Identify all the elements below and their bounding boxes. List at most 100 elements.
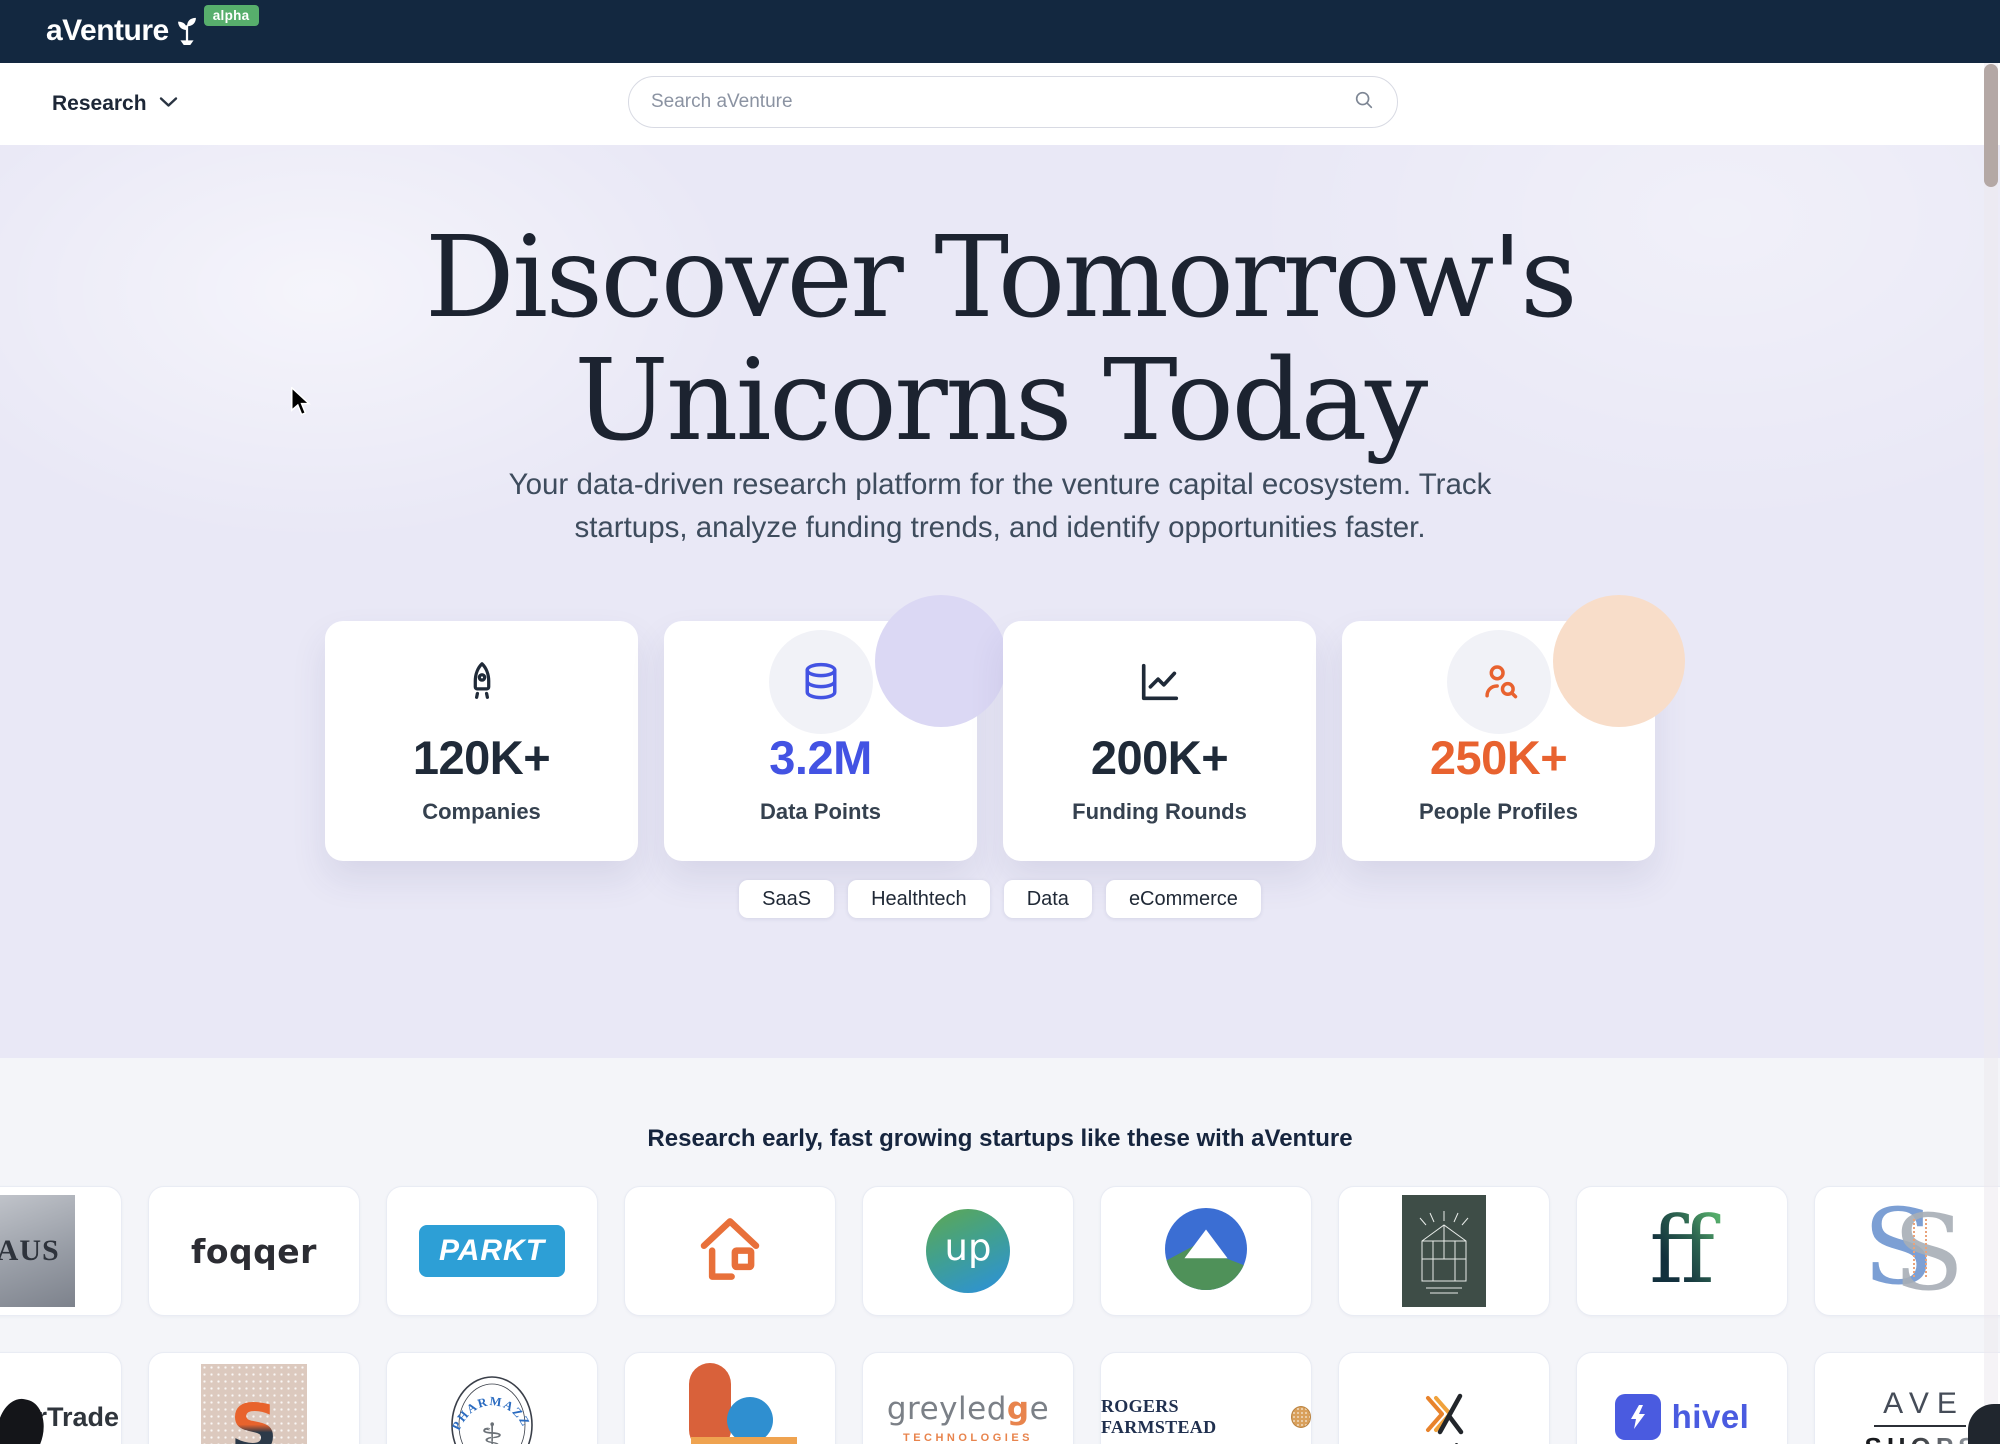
chevron-down-icon (159, 95, 178, 113)
hero-title: Discover Tomorrow's Unicorns Today (0, 217, 2000, 463)
page: aVenture alpha Research (0, 0, 2000, 1444)
haus-label: HAUS (0, 1234, 60, 1268)
alpha-badge: alpha (204, 5, 259, 26)
verix-x-icon (1416, 1390, 1472, 1438)
ave-shops-logo: AVE SHOPS (1859, 1387, 1980, 1444)
parkt-badge: PARKT (419, 1225, 565, 1277)
stat-card-people-profiles: 250K+ People Profiles (1342, 621, 1655, 861)
search-icon (1353, 89, 1375, 116)
logo-card-house[interactable] (624, 1186, 836, 1316)
startups-section: Research early, fast growing startups li… (0, 1058, 2000, 1444)
pharmazz-seal: PHARMAZZ ⚕ (440, 1365, 544, 1444)
s-monogram: S S (1855, 1195, 1985, 1307)
stat-card-funding-rounds: 200K+ Funding Rounds (1003, 621, 1316, 861)
stat-label-companies: Companies (325, 799, 638, 825)
search-bar (628, 76, 1398, 128)
stat-card-companies: 120K+ Companies (325, 621, 638, 861)
startups-heading: Research early, fast growing startups li… (0, 1125, 2000, 1153)
logo-card-mountain[interactable] (1100, 1186, 1312, 1316)
stat-value-funding-rounds: 200K+ (1003, 733, 1316, 783)
logo-card-rogers-farmstead[interactable]: ROGERS FARMSTEAD (1100, 1352, 1312, 1444)
verix-logo: verix (1412, 1390, 1477, 1444)
category-pills: SaaS Healthtech Data eCommerce (0, 880, 2000, 918)
pill-ecommerce[interactable]: eCommerce (1106, 880, 1261, 918)
ff-label: ff (1643, 1201, 1720, 1301)
parkt-label: PARKT (439, 1234, 545, 1267)
orange-pill-shape (689, 1363, 731, 1444)
verix-label: verix (1412, 1438, 1477, 1444)
person-search-icon (1447, 630, 1551, 734)
logo-card-parkt[interactable]: PARKT (386, 1186, 598, 1316)
scrollbar-thumb[interactable] (1984, 64, 1998, 187)
logo-card-up[interactable]: up (862, 1186, 1074, 1316)
hero-subtitle-line2: startups, analyze funding trends, and id… (0, 506, 2000, 549)
chart-line-icon (1137, 659, 1183, 710)
pill-healthtech[interactable]: Healthtech (848, 880, 990, 918)
logo-card-abstract-shapes[interactable] (624, 1352, 836, 1444)
yellow-bar-shape (691, 1437, 797, 1444)
logo-card-greyledge[interactable]: greyledge TECHNOLOGIES (862, 1352, 1074, 1444)
logo-card-s-monogram[interactable]: S S (1814, 1186, 2000, 1316)
greyledge-name-accent: g (1007, 1391, 1030, 1427)
rogers-farmstead-seal (1291, 1406, 1311, 1428)
ave-label: AVE (1875, 1387, 1965, 1421)
foqqer-label: foqqer (191, 1232, 317, 1271)
logo-row-2: irTrade S PHARMAZZ ⚕ (0, 1352, 2000, 1444)
hero-title-line2: Unicorns Today (0, 340, 2000, 463)
greyledge-subtitle: TECHNOLOGIES (903, 1432, 1033, 1444)
hivel-icon (1615, 1394, 1661, 1440)
hero-subtitle-line1: Your data-driven research platform for t… (0, 463, 2000, 506)
peach-circle-decoration (1553, 595, 1685, 727)
hero-title-line1: Discover Tomorrow's (0, 217, 2000, 340)
top-navbar: aVenture alpha (0, 0, 2000, 63)
lavender-circle-decoration (875, 595, 1007, 727)
logo-card-haus[interactable]: HAUS (0, 1186, 122, 1316)
greyledge-name-pre: greyled (887, 1391, 1007, 1427)
hero-subtitle: Your data-driven research platform for t… (0, 463, 2000, 549)
research-menu-label: Research (52, 92, 147, 116)
pill-saas[interactable]: SaaS (739, 880, 834, 918)
brand-name: aVenture (46, 11, 169, 51)
rogers-farmstead-logo: ROGERS FARMSTEAD (1101, 1396, 1311, 1438)
up-gradient-circle: up (926, 1209, 1010, 1293)
mountain-icon (1165, 1208, 1247, 1295)
logo-card-ff[interactable]: ff (1576, 1186, 1788, 1316)
caduceus-icon: ⚕ (481, 1414, 504, 1444)
stat-value-companies: 120K+ (325, 733, 638, 783)
brand-logo[interactable]: aVenture alpha (46, 11, 259, 52)
rocket-icon (459, 659, 505, 710)
logo-card-s-hex[interactable]: S (148, 1352, 360, 1444)
ave-underline (1874, 1425, 1966, 1427)
abstract-shapes-logo (625, 1353, 836, 1444)
hero-section: Discover Tomorrow's Unicorns Today Your … (0, 145, 2000, 1058)
seedling-icon (172, 13, 202, 52)
logo-card-foqqer[interactable]: foqqer (148, 1186, 360, 1316)
shops-label: SHOPS (1859, 1432, 1980, 1444)
hivel-logo: hivel (1615, 1394, 1750, 1440)
stats-row: 120K+ Companies 3.2M Data Points (325, 621, 1655, 861)
stat-value-data-points: 3.2M (664, 733, 977, 783)
pill-data[interactable]: Data (1004, 880, 1092, 918)
house-icon (691, 1210, 769, 1293)
logo-card-hivel[interactable]: hivel (1576, 1352, 1788, 1444)
haus-sign-image: HAUS (0, 1195, 75, 1307)
logo-card-pharmazz[interactable]: PHARMAZZ ⚕ (386, 1352, 598, 1444)
hivel-label: hivel (1672, 1398, 1750, 1436)
stat-value-people-profiles: 250K+ (1342, 733, 1655, 783)
logo-row-1: HAUS foqqer PARKT (0, 1186, 2000, 1316)
s-hex-letter: S (230, 1390, 278, 1444)
logo-card-greenhouse[interactable] (1338, 1186, 1550, 1316)
stat-label-people-profiles: People Profiles (1342, 799, 1655, 825)
logo-card-airtrade[interactable]: irTrade (0, 1352, 122, 1444)
s-monogram-gray: S (1893, 1197, 1964, 1309)
subnav-bar: Research (0, 63, 2000, 145)
greenhouse-emblem (1402, 1195, 1486, 1307)
logo-card-verix[interactable]: verix (1338, 1352, 1550, 1444)
s-hex-emblem: S (201, 1364, 307, 1444)
greyledge-name-post: e (1030, 1391, 1050, 1427)
dotted-line-decoration (1913, 1219, 1915, 1277)
rogers-farmstead-label: ROGERS FARMSTEAD (1101, 1396, 1283, 1438)
research-menu-button[interactable]: Research (52, 87, 178, 121)
scrollbar-track (1984, 63, 1998, 1444)
search-input[interactable] (651, 91, 1353, 113)
